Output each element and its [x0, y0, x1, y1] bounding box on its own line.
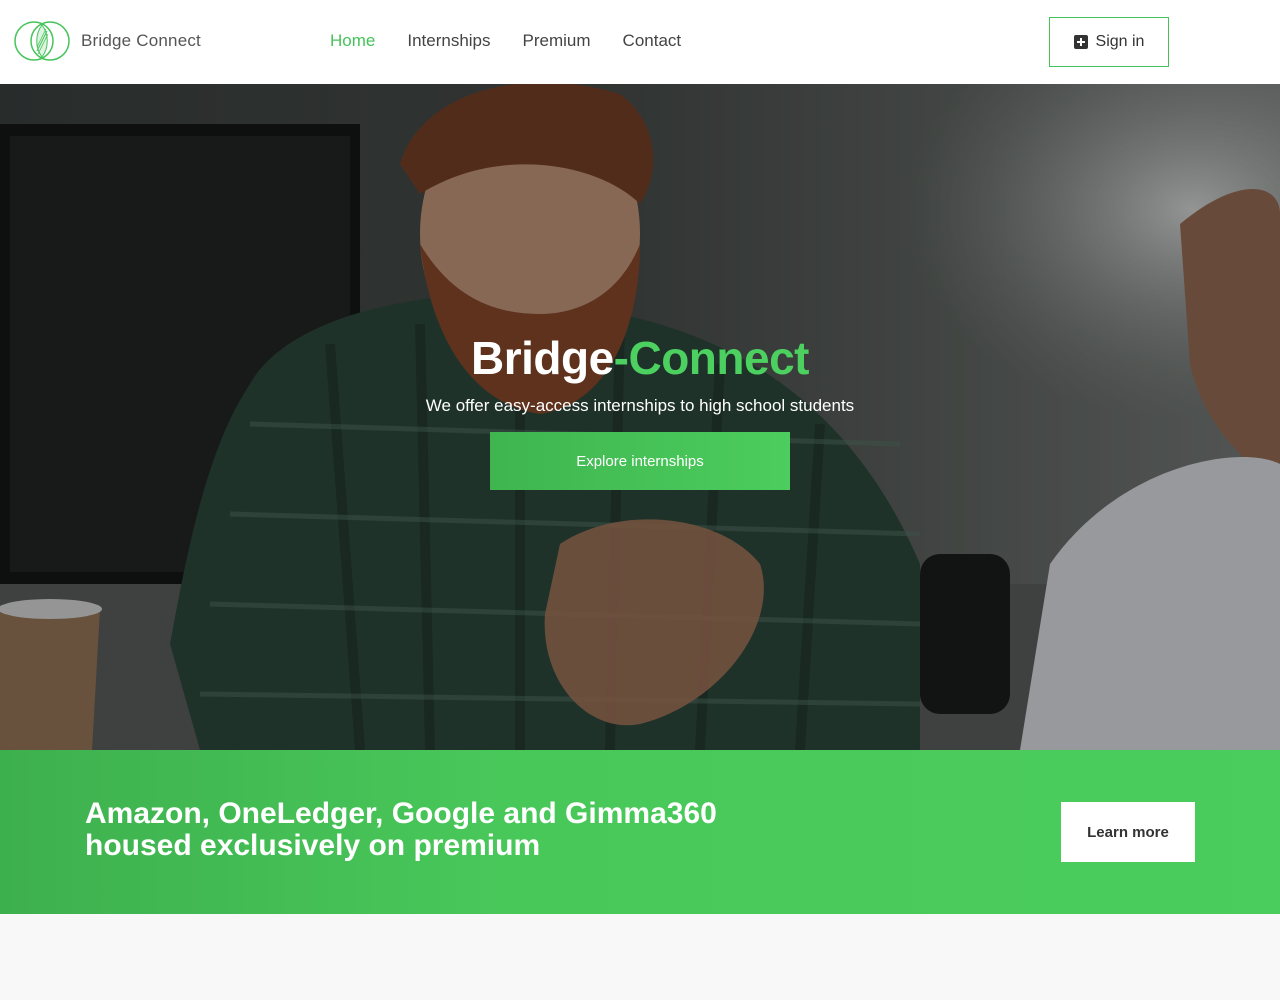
- promo-text: Amazon, OneLedger, Google and Gimma360 h…: [85, 797, 717, 862]
- learn-more-button[interactable]: Learn more: [1061, 802, 1195, 862]
- nav-premium[interactable]: Premium: [523, 30, 591, 52]
- main-nav: Home Internships Premium Contact: [330, 30, 713, 52]
- sign-in-label: Sign in: [1095, 33, 1145, 50]
- plus-square-icon: [1073, 35, 1088, 49]
- premium-promo-banner: Amazon, OneLedger, Google and Gimma360 h…: [0, 750, 1280, 914]
- brand-logo[interactable]: Bridge Connect: [13, 20, 201, 62]
- content-area: [0, 914, 1280, 1000]
- site-header: Bridge Connect Home Internships Premium …: [0, 0, 1280, 84]
- hero-title-accent: -Connect: [613, 332, 810, 384]
- nav-contact[interactable]: Contact: [623, 30, 682, 52]
- sign-in-button[interactable]: Sign in: [1049, 17, 1169, 67]
- learn-more-label: Learn more: [1087, 823, 1169, 841]
- hero-content: Bridge-Connect We offer easy-access inte…: [0, 330, 1280, 418]
- explore-internships-label: Explore internships: [576, 452, 704, 470]
- hero-section: Bridge-Connect We offer easy-access inte…: [0, 84, 1280, 750]
- hero-subtitle: We offer easy-access internships to high…: [425, 396, 855, 415]
- hero-title: Bridge-Connect: [0, 330, 1280, 386]
- hero-title-main: Bridge: [470, 332, 614, 384]
- explore-internships-button[interactable]: Explore internships: [490, 432, 790, 490]
- brand-name: Bridge Connect: [81, 31, 201, 50]
- bridge-logo-icon: [14, 21, 70, 61]
- nav-home[interactable]: Home: [330, 30, 375, 52]
- nav-internships[interactable]: Internships: [407, 30, 490, 52]
